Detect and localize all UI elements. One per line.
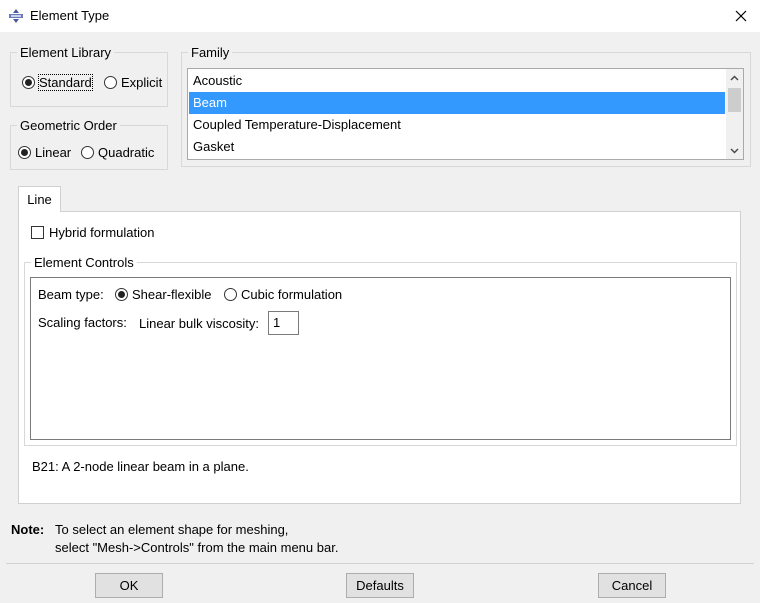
close-icon [735, 10, 747, 22]
linear-bulk-viscosity-input[interactable]: 1 [268, 311, 299, 335]
radio-standard[interactable]: Standard [22, 74, 93, 91]
scroll-up-button[interactable] [726, 69, 743, 86]
family-item-coupled-temperature-displacement[interactable]: Coupled Temperature-Displacement [189, 114, 725, 136]
radio-quadratic[interactable]: Quadratic [81, 145, 154, 160]
radio-cubic-formulation-label: Cubic formulation [241, 287, 343, 302]
linear-bulk-viscosity-label: Linear bulk viscosity: [139, 316, 259, 331]
note-label: Note: [11, 522, 45, 537]
scaling-factors-label: Scaling factors: [38, 315, 127, 330]
element-controls-legend: Element Controls [34, 255, 134, 270]
radio-shear-flexible-label: Shear-flexible [132, 287, 212, 302]
scroll-thumb[interactable] [728, 88, 741, 112]
cancel-button[interactable]: Cancel [598, 573, 666, 598]
family-scrollbar[interactable] [726, 69, 743, 159]
radio-explicit-label: Explicit [121, 75, 163, 90]
close-button[interactable] [728, 4, 754, 28]
radio-cubic-formulation[interactable]: Cubic formulation [224, 287, 342, 302]
radio-cubic-formulation-indicator[interactable] [224, 288, 237, 301]
radio-quadratic-indicator[interactable] [81, 146, 94, 159]
family-item-gasket[interactable]: Gasket [189, 136, 725, 158]
radio-shear-flexible[interactable]: Shear-flexible [115, 287, 212, 302]
scroll-down-button[interactable] [726, 142, 743, 159]
beam-type-label: Beam type: [38, 287, 104, 302]
chevron-down-icon [730, 148, 739, 153]
radio-shear-flexible-indicator[interactable] [115, 288, 128, 301]
ok-button[interactable]: OK [95, 573, 163, 598]
family-listbox[interactable]: Acoustic Beam Coupled Temperature-Displa… [187, 68, 744, 160]
radio-linear-indicator[interactable] [18, 146, 31, 159]
note-line-1: To select an element shape for meshing, [55, 522, 289, 537]
radio-standard-indicator[interactable] [22, 76, 35, 89]
element-description: B21: A 2-node linear beam in a plane. [32, 459, 249, 474]
radio-quadratic-label: Quadratic [98, 145, 155, 160]
radio-linear-label: Linear [35, 145, 72, 160]
title-bar: Element Type [0, 0, 760, 32]
hybrid-formulation-checkbox-box[interactable] [31, 226, 44, 239]
element-library-legend: Element Library [20, 45, 112, 60]
hybrid-formulation-checkbox[interactable]: Hybrid formulation [31, 225, 155, 240]
chevron-up-icon [730, 75, 739, 80]
hybrid-formulation-label: Hybrid formulation [49, 225, 155, 240]
family-legend: Family [191, 45, 230, 60]
geometric-order-group: Geometric Order [10, 118, 168, 170]
element-type-app-icon [9, 9, 23, 23]
radio-linear[interactable]: Linear [18, 145, 71, 160]
window-title: Element Type [30, 8, 110, 23]
geometric-order-legend: Geometric Order [20, 118, 117, 133]
family-item-acoustic[interactable]: Acoustic [189, 70, 725, 92]
radio-explicit[interactable]: Explicit [104, 75, 162, 90]
family-item-beam[interactable]: Beam [189, 92, 725, 114]
defaults-button[interactable]: Defaults [346, 573, 414, 598]
note-line-2: select "Mesh->Controls" from the main me… [55, 540, 339, 555]
tab-line[interactable]: Line [18, 186, 61, 212]
radio-standard-label: Standard [38, 74, 93, 91]
footer-separator [6, 563, 754, 564]
radio-explicit-indicator[interactable] [104, 76, 117, 89]
